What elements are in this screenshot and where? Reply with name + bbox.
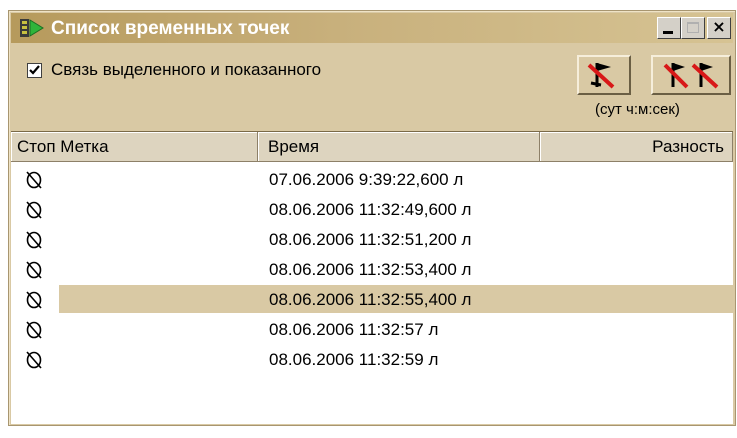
time-cell: 08.06.2006 11:32:53,400 л [269,260,472,279]
time-cell: 08.06.2006 11:32:51,200 л [269,230,472,249]
timepoints-list[interactable]: Стоп Метка Время Разность 07.06.2006 9:3… [11,131,733,424]
delete-all-marks-icon [663,63,719,89]
link-checkbox[interactable] [27,63,42,78]
table-row[interactable]: 08.06.2006 11:32:49,600 л [11,194,733,224]
delete-all-marks-button[interactable] [651,55,731,95]
time-cell: 07.06.2006 9:39:22,600 л [269,170,464,189]
time-cell: 08.06.2006 11:32:49,600 л [269,200,472,219]
close-button[interactable]: × [707,17,731,39]
units-label: (сут ч:м:сек) [595,101,680,118]
delete-mark-button[interactable] [577,55,631,95]
minimize-icon [663,31,673,34]
table-row[interactable]: 08.06.2006 11:32:55,400 л [11,284,733,314]
table-row[interactable]: 08.06.2006 11:32:57 л [11,314,733,344]
table-row[interactable]: 08.06.2006 11:32:53,400 л [11,254,733,284]
time-cell: 08.06.2006 11:32:57 л [269,320,439,339]
column-header-stop-mark[interactable]: Стоп Метка [11,132,258,162]
app-icon [20,19,44,37]
minimize-button[interactable] [657,17,681,39]
stop-mark-icon [26,171,42,189]
checkmark-icon [29,65,40,75]
link-checkbox-label[interactable]: Связь выделенного и показанного [51,60,321,80]
table-row[interactable]: 08.06.2006 11:32:51,200 л [11,224,733,254]
column-header-difference[interactable]: Разность [540,132,733,162]
delete-mark-icon [587,63,615,89]
title-bar[interactable]: Список временных точек × [11,13,733,43]
maximize-button[interactable] [681,17,705,39]
close-icon: × [712,17,726,36]
stop-mark-icon [26,201,42,219]
stop-mark-icon [26,231,42,249]
table-row[interactable]: 07.06.2006 9:39:22,600 л [11,164,733,194]
time-cell: 08.06.2006 11:32:55,400 л [269,290,472,309]
maximize-icon [687,22,699,33]
window-title: Список временных точек [51,18,290,39]
column-header-time[interactable]: Время [258,132,540,162]
stop-mark-icon [26,291,42,309]
stop-mark-icon [26,351,42,369]
table-row[interactable]: 08.06.2006 11:32:59 л [11,344,733,374]
stop-mark-icon [26,261,42,279]
stop-mark-icon [26,321,42,339]
timepoints-window: Список временных точек × Связь выделенно… [8,10,736,426]
time-cell: 08.06.2006 11:32:59 л [269,350,439,369]
